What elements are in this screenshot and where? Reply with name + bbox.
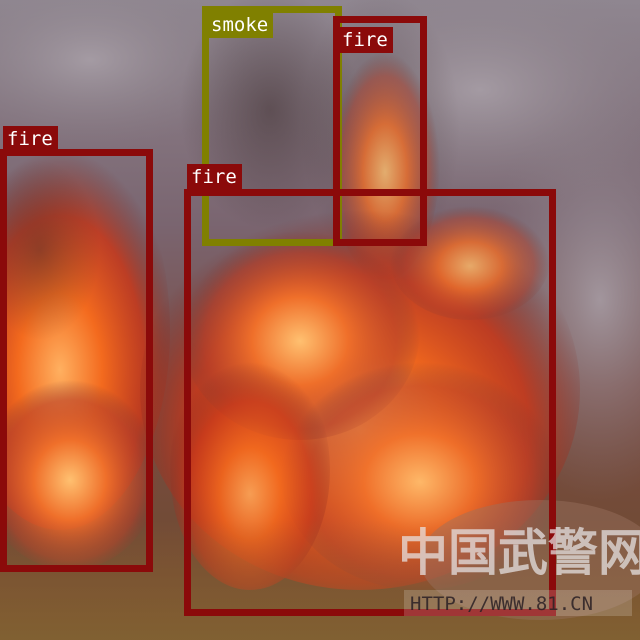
detection-label: fire xyxy=(187,164,242,190)
watermark-url-text: HTTP://WWW.81.CN xyxy=(410,593,593,615)
watermark-chinese-text: 中国武警网 xyxy=(398,523,640,582)
detection-label: smoke xyxy=(207,12,274,38)
detection-image: fire smoke fire fire 中国武警网 HTTP://WWW.81… xyxy=(0,0,640,640)
fire-detection-box-left: fire xyxy=(0,126,153,572)
watermark-logo: 中国武警网 HTTP://WWW.81.CN xyxy=(398,523,640,616)
detection-label: fire xyxy=(3,126,58,152)
detection-label: fire xyxy=(338,27,393,53)
